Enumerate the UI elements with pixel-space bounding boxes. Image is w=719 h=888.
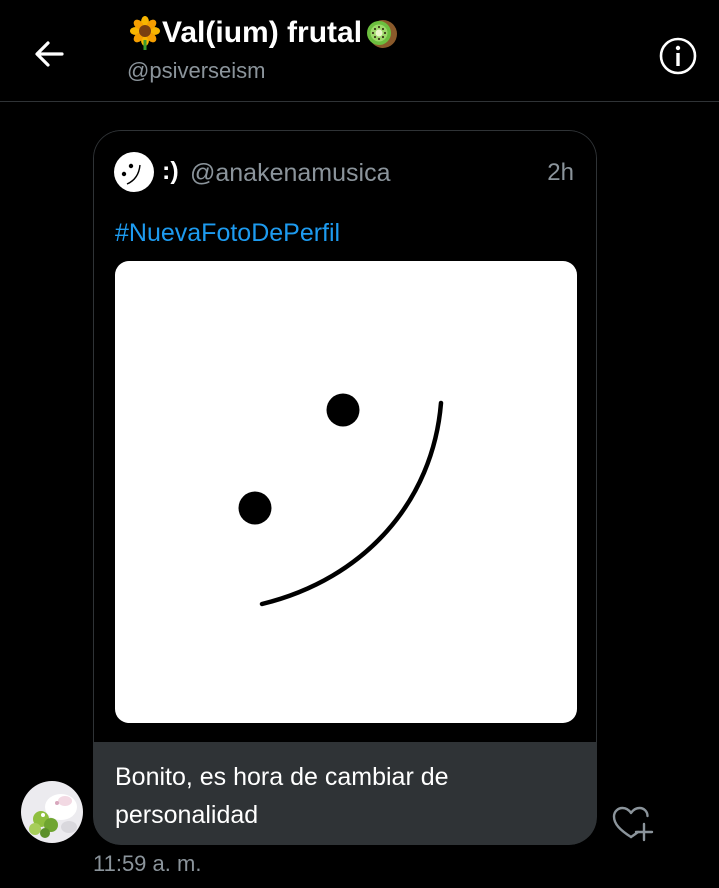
info-icon bbox=[659, 37, 697, 75]
react-button[interactable] bbox=[612, 804, 654, 844]
sender-avatar[interactable] bbox=[21, 781, 83, 843]
smiley-icon bbox=[121, 163, 141, 185]
quoted-author-avatar bbox=[114, 152, 154, 192]
conversation-name: Val(ium) frutal bbox=[162, 16, 363, 49]
avatar-image bbox=[21, 781, 83, 843]
message-text-area: Bonito, es hora de cambiar de personalid… bbox=[93, 742, 597, 845]
quoted-username: @anakenamusica bbox=[190, 159, 391, 187]
message-bubble[interactable]: :) @anakenamusica 2h #NuevaFotoDePerfil … bbox=[93, 130, 597, 845]
message-timestamp: 11:59 a. m. bbox=[93, 851, 202, 876]
quoted-time: 2h bbox=[547, 159, 574, 186]
heart-plus-icon bbox=[612, 806, 654, 842]
conversation-handle: @psiverseism bbox=[127, 58, 266, 83]
sunflower-icon bbox=[130, 16, 160, 50]
hashtag-link[interactable]: #NuevaFotoDePerfil bbox=[115, 219, 340, 248]
kiwi-icon bbox=[367, 20, 398, 48]
back-button[interactable] bbox=[30, 36, 70, 72]
conversation-header: Val(ium) frutal @psiverseism bbox=[0, 0, 719, 102]
tweet-image[interactable] bbox=[115, 261, 577, 723]
quoted-tweet[interactable]: :) @anakenamusica 2h #NuevaFotoDePerfil bbox=[93, 130, 597, 742]
arrow-left-icon bbox=[35, 41, 64, 67]
quoted-display-name: :) bbox=[162, 157, 179, 185]
smiley-face-image bbox=[238, 393, 444, 607]
info-button[interactable] bbox=[658, 36, 698, 76]
conversation-title[interactable]: Val(ium) frutal bbox=[128, 16, 398, 50]
message-text: Bonito, es hora de cambiar de personalid… bbox=[115, 763, 449, 829]
